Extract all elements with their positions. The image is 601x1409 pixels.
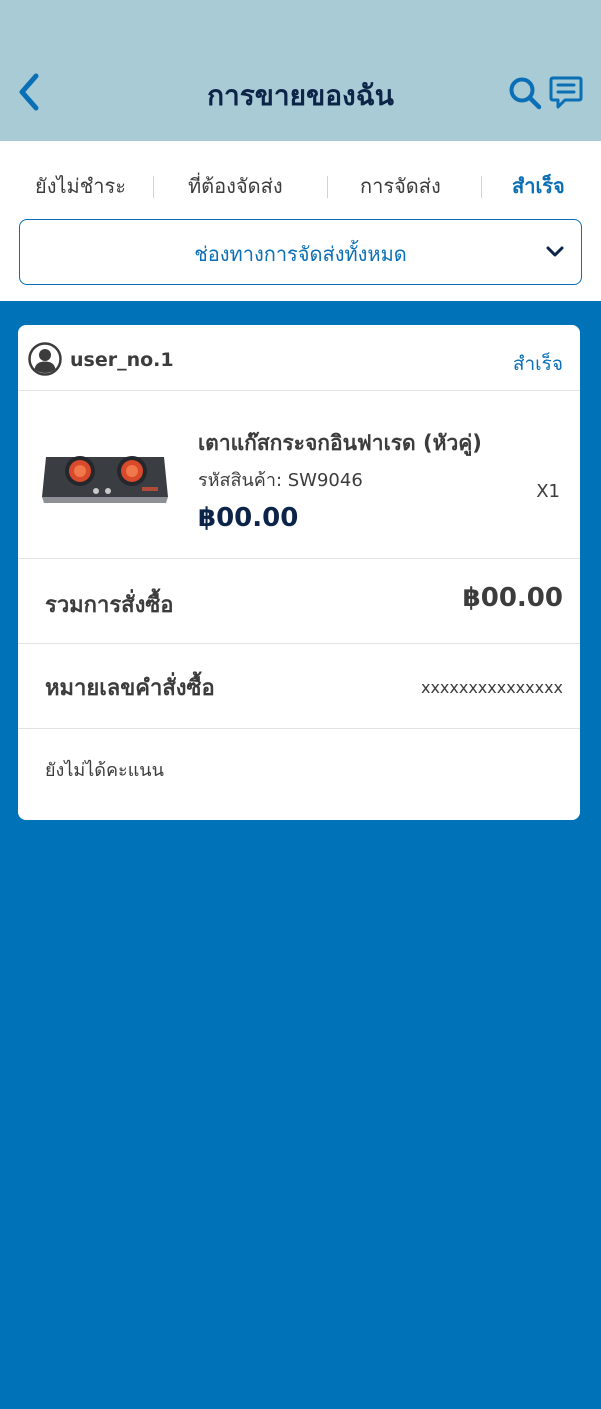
order-total-label: รวมการสั่งซื้อ — [45, 593, 174, 618]
tab-divider — [153, 176, 154, 198]
order-total-row: รวมการสั่งซื้อ ฿00.00 — [18, 559, 580, 644]
search-icon[interactable] — [508, 76, 542, 110]
status-tabs: ยังไม่ชำระ ที่ต้องจัดส่ง การจัดส่ง สำเร็… — [0, 169, 601, 203]
tab-shipping[interactable]: การจัดส่ง — [360, 169, 441, 203]
order-total-value: ฿00.00 — [462, 583, 563, 613]
product-item[interactable]: เตาแก๊สกระจกอินฟาเรด (หัวคู่) รหัสสินค้า… — [18, 391, 580, 559]
chevron-down-icon — [546, 246, 564, 257]
order-number-label: หมายเลขคำสั่งซื้อ — [45, 676, 215, 701]
rating-status: ยังไม่ได้คะแนน — [45, 760, 164, 781]
buyer-username: user_no.1 — [70, 349, 174, 371]
dropdown-selected-value: ช่องทางการจัดส่งทั้งหมด — [194, 242, 407, 266]
app-header: การขายของฉัน — [0, 0, 601, 141]
chat-icon[interactable] — [549, 75, 583, 111]
product-sku: รหัสสินค้า: SW9046 — [198, 470, 363, 491]
tab-divider — [327, 176, 328, 198]
tab-divider — [481, 176, 482, 198]
tab-unpaid[interactable]: ยังไม่ชำระ — [35, 169, 126, 203]
order-number-value: xxxxxxxxxxxxxxx — [420, 678, 563, 697]
filter-panel: ยังไม่ชำระ ที่ต้องจัดส่ง การจัดส่ง สำเร็… — [0, 141, 601, 301]
tab-to-ship[interactable]: ที่ต้องจัดส่ง — [188, 169, 283, 203]
product-quantity: X1 — [536, 481, 560, 502]
user-avatar-icon — [28, 342, 62, 376]
product-price: ฿00.00 — [198, 503, 299, 533]
order-number-row: หมายเลขคำสั่งซื้อ xxxxxxxxxxxxxxx — [18, 644, 580, 729]
order-card[interactable]: user_no.1 สำเร็จ เตาแก๊สกระจกอินฟาเรด (ห… — [18, 325, 580, 820]
tab-completed[interactable]: สำเร็จ — [512, 169, 565, 203]
product-image — [42, 456, 168, 503]
order-card-header: user_no.1 สำเร็จ — [18, 325, 580, 391]
order-status-badge: สำเร็จ — [512, 353, 563, 375]
shipping-channel-dropdown[interactable]: ช่องทางการจัดส่งทั้งหมด — [19, 219, 582, 285]
product-name: เตาแก๊สกระจกอินฟาเรด (หัวคู่) — [198, 431, 482, 455]
